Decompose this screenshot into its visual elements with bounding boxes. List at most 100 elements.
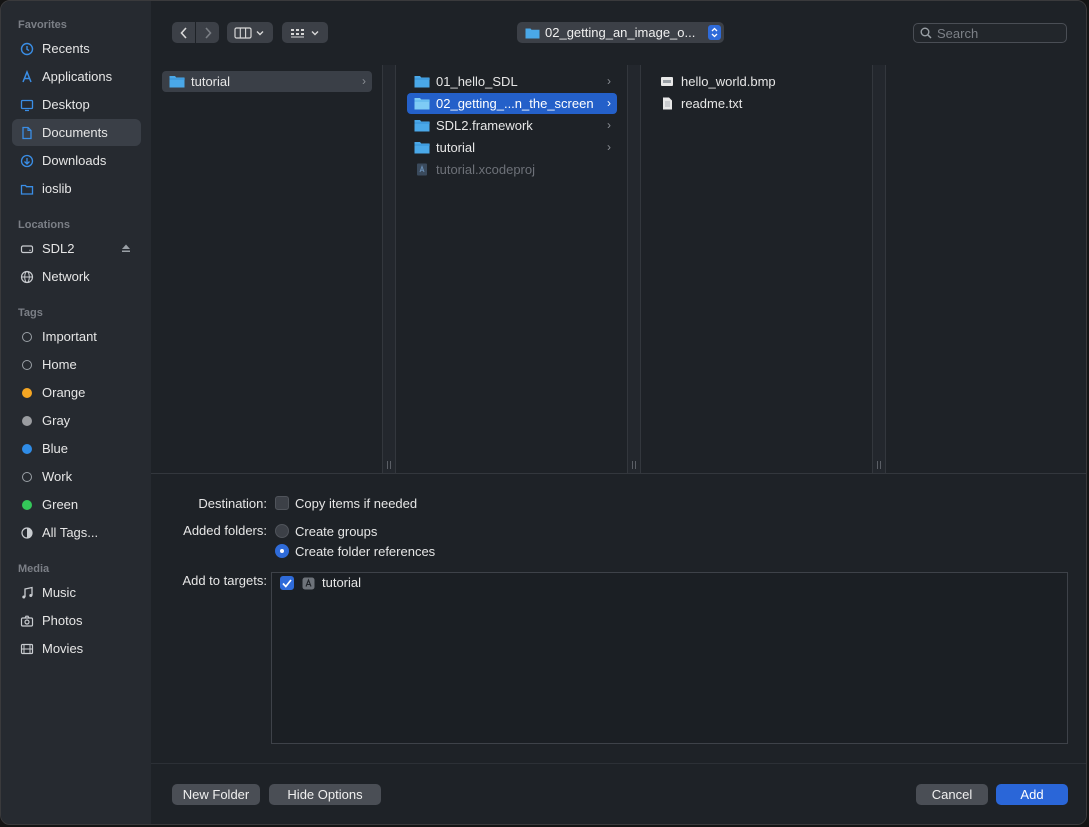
tag-dot-icon [22, 471, 32, 482]
image-file-icon [661, 77, 673, 86]
locations-header: Locations [18, 219, 70, 231]
list-item[interactable]: 01_hello_SDL › [407, 71, 617, 92]
column-resize-handle[interactable] [627, 65, 641, 473]
sidebar-item-music[interactable]: Music [12, 579, 141, 606]
chevron-left-icon [179, 26, 187, 39]
add-button[interactable]: Add [996, 784, 1068, 805]
sidebar-item-label: Desktop [42, 97, 90, 112]
list-item[interactable]: readme.txt [652, 93, 862, 114]
search-field[interactable] [913, 23, 1067, 43]
sidebar-tag-all[interactable]: All Tags... [12, 519, 141, 546]
group-by-button[interactable] [282, 22, 328, 43]
item-label: hello_world.bmp [681, 74, 776, 89]
sidebar-item-label: Important [42, 329, 97, 344]
create-groups-radio[interactable] [275, 524, 289, 538]
sidebar-tag-important[interactable]: Important [12, 323, 141, 350]
sidebar-tag-home[interactable]: Home [12, 351, 141, 378]
list-item[interactable]: SDL2.framework › [407, 115, 617, 136]
hide-options-button[interactable]: Hide Options [269, 784, 381, 805]
create-folder-references-radio[interactable] [275, 544, 289, 558]
list-item[interactable]: tutorial › [407, 137, 617, 158]
tag-dot-icon [22, 387, 32, 398]
create-folder-references-label: Create folder references [295, 544, 436, 559]
sidebar-item-label: Green [42, 497, 79, 512]
sidebar-item-desktop[interactable]: Desktop [12, 91, 141, 118]
chevron-right-icon: › [607, 118, 611, 132]
sidebar-item-documents[interactable]: Documents [12, 119, 141, 146]
view-mode-button[interactable] [227, 22, 273, 43]
sidebar-tag-work[interactable]: Work [12, 463, 141, 490]
add-to-targets-label: Add to targets: [182, 573, 267, 588]
sidebar-tag-blue[interactable]: Blue [12, 435, 141, 462]
document-icon [20, 126, 34, 140]
film-icon [20, 642, 34, 656]
sidebar-item-label: Photos [42, 613, 83, 628]
column-browser: tutorial › 01_hello_SDL › 02_getting_...… [151, 65, 1086, 473]
sidebar-tag-orange[interactable]: Orange [12, 379, 141, 406]
targets-list: tutorial [271, 572, 1068, 744]
tags-header: Tags [18, 307, 43, 319]
item-label: SDL2.framework [436, 118, 533, 133]
sidebar-item-label: Recents [42, 41, 90, 56]
sidebar-item-label: Music [42, 585, 76, 600]
folder-icon [414, 142, 430, 154]
sidebar-item-downloads[interactable]: Downloads [12, 147, 141, 174]
tag-dot-icon [22, 499, 32, 510]
media-header: Media [18, 563, 50, 575]
cancel-button[interactable]: Cancel [916, 784, 988, 805]
sidebar-item-applications[interactable]: Applications [12, 63, 141, 90]
target-tutorial-label: tutorial [322, 575, 362, 590]
column-resize-handle[interactable] [382, 65, 396, 473]
new-folder-button[interactable]: New Folder [172, 784, 260, 805]
tag-dot-icon [22, 359, 32, 370]
path-popup[interactable]: 02_getting_an_image_o... [517, 22, 724, 43]
desktop-icon [20, 98, 34, 112]
sidebar-item-sdl2[interactable]: SDL2 [12, 235, 141, 262]
target-tutorial-checkbox[interactable] [280, 576, 294, 590]
column-1: tutorial › [151, 65, 382, 473]
tag-dot-icon [22, 331, 32, 342]
create-groups-label: Create groups [295, 524, 378, 539]
item-label: tutorial [436, 140, 476, 155]
folder-icon [169, 76, 185, 88]
sidebar-item-movies[interactable]: Movies [12, 635, 141, 662]
back-button[interactable] [172, 22, 195, 43]
list-item[interactable]: hello_world.bmp [652, 71, 862, 92]
applications-icon [20, 69, 34, 84]
list-item[interactable]: tutorial › [162, 71, 372, 92]
eject-icon[interactable] [121, 243, 131, 253]
folder-icon [20, 182, 34, 196]
path-popup-label: 02_getting_an_image_o... [545, 25, 696, 40]
item-label: tutorial [191, 74, 231, 89]
sidebar-item-label: Documents [42, 125, 108, 140]
sidebar-item-label: Home [42, 357, 77, 372]
globe-icon [20, 270, 34, 284]
bottom-bar: New Folder Hide Options Cancel Add [151, 763, 1086, 824]
sidebar-item-label: Movies [42, 641, 84, 656]
destination-label: Destination: [198, 496, 267, 511]
tag-dot-icon [22, 443, 32, 454]
forward-button[interactable] [196, 22, 219, 43]
main-pane: 02_getting_an_image_o... tutorial › 01_h… [151, 1, 1086, 824]
search-input[interactable] [937, 25, 1057, 41]
sidebar-tag-gray[interactable]: Gray [12, 407, 141, 434]
sidebar-tag-green[interactable]: Green [12, 491, 141, 518]
sidebar-item-network[interactable]: Network [12, 263, 141, 290]
sidebar-item-label: Gray [42, 413, 71, 428]
item-label: readme.txt [681, 96, 743, 111]
sidebar-item-recents[interactable]: Recents [12, 35, 141, 62]
copy-items-checkbox[interactable] [275, 496, 289, 510]
folder-icon [525, 28, 540, 38]
sidebar-item-ioslib[interactable]: ioslib [12, 175, 141, 202]
drive-icon [20, 242, 34, 256]
list-item: tutorial.xcodeproj [407, 159, 617, 180]
copy-items-label: Copy items if needed [295, 496, 418, 511]
column-resize-handle[interactable] [872, 65, 886, 473]
download-icon [20, 154, 34, 168]
sidebar-item-label: ioslib [42, 181, 72, 196]
folder-icon [414, 76, 430, 88]
sidebar-item-photos[interactable]: Photos [12, 607, 141, 634]
list-item[interactable]: 02_getting_...n_the_screen › [407, 93, 617, 114]
item-label: tutorial.xcodeproj [436, 162, 535, 177]
music-note-icon [20, 586, 34, 600]
